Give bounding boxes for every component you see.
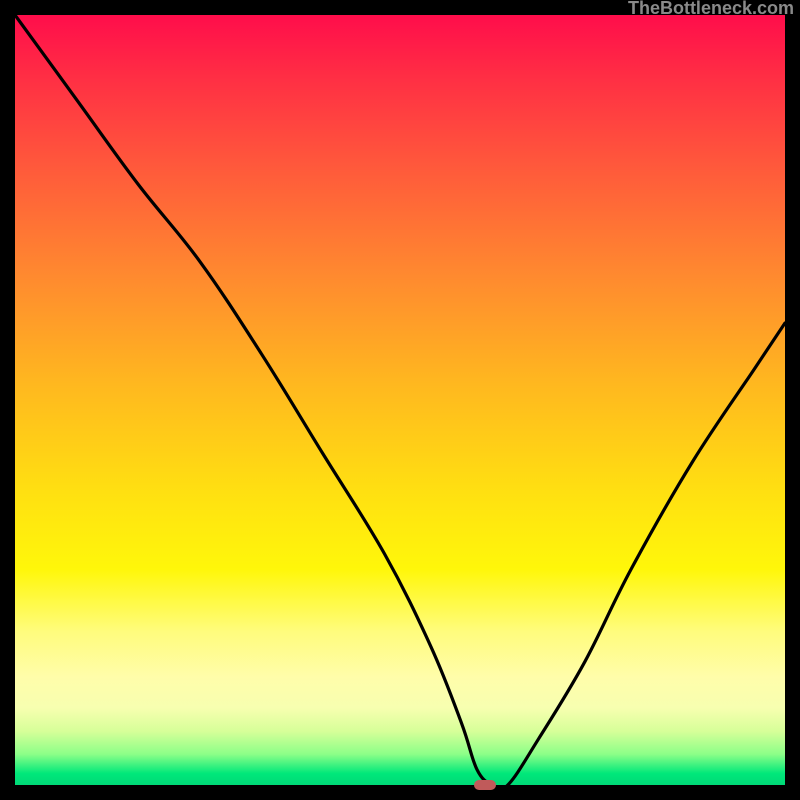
plot-area [15,15,785,785]
watermark-text: TheBottleneck.com [628,0,794,19]
curve-path [15,15,785,785]
curve-minimum-marker [474,780,496,790]
bottleneck-curve [15,15,785,785]
chart-frame: TheBottleneck.com [0,0,800,800]
